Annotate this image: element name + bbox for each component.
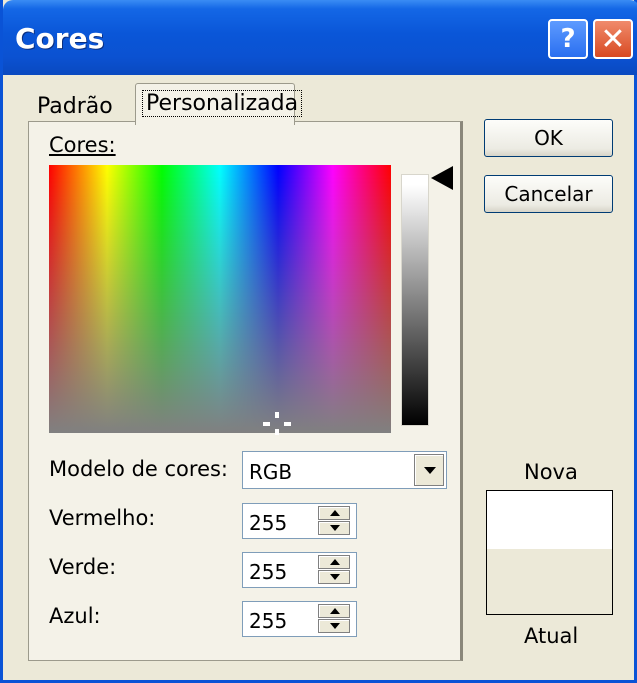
ok-button[interactable]: OK [484, 119, 613, 157]
cancel-button[interactable]: Cancelar [484, 175, 613, 213]
colors-label-text: Cores: [49, 133, 116, 157]
tab-personalizada-label: Personalizada [142, 90, 303, 117]
current-color-label: Atual [524, 624, 579, 648]
color-dialog: Cores ? ✕ Padrão Personalizada Cores: OK… [0, 0, 637, 683]
red-up-arrow-icon[interactable] [318, 506, 350, 520]
color-model-value: RGB [249, 460, 293, 484]
crosshair-icon [263, 412, 291, 435]
luminance-bar[interactable] [402, 175, 428, 425]
tab-padrao[interactable]: Padrão [37, 94, 135, 124]
green-stepper[interactable]: 255 [242, 552, 357, 588]
green-value[interactable]: 255 [249, 560, 287, 584]
blue-label: Azul: [49, 604, 101, 628]
red-value[interactable]: 255 [249, 511, 287, 535]
tab-padrao-label: Padrão [37, 94, 113, 119]
window-title: Cores [15, 22, 105, 55]
color-preview [486, 490, 613, 615]
help-button[interactable]: ? [548, 19, 588, 59]
new-color-swatch [487, 491, 612, 549]
close-icon: ✕ [600, 21, 626, 57]
blue-stepper[interactable]: 255 [242, 601, 357, 637]
help-icon: ? [560, 24, 576, 54]
color-model-select[interactable]: RGB [242, 451, 447, 489]
green-up-arrow-icon[interactable] [318, 555, 350, 569]
red-stepper[interactable]: 255 [242, 503, 357, 539]
chevron-down-icon[interactable] [414, 454, 444, 486]
green-label: Verde: [49, 555, 117, 579]
green-spin-buttons [318, 555, 354, 585]
red-down-arrow-icon[interactable] [318, 521, 350, 535]
color-spectrum[interactable] [49, 165, 391, 433]
blue-value[interactable]: 255 [249, 609, 287, 633]
tab-personalizada[interactable]: Personalizada [135, 83, 303, 125]
blue-up-arrow-icon[interactable] [318, 604, 350, 618]
new-color-label: Nova [524, 460, 578, 484]
green-down-arrow-icon[interactable] [318, 570, 350, 584]
current-color-swatch [487, 549, 612, 614]
red-spin-buttons [318, 506, 354, 536]
title-bar[interactable]: Cores ? ✕ [3, 0, 637, 75]
colors-label: Cores: [49, 133, 116, 157]
color-model-label: Modelo de cores: [49, 457, 229, 481]
red-label: Vermelho: [49, 506, 156, 530]
blue-down-arrow-icon[interactable] [318, 619, 350, 633]
close-button[interactable]: ✕ [593, 19, 633, 59]
blue-spin-buttons [318, 604, 354, 634]
luminance-slider-arrow-icon[interactable] [431, 166, 453, 190]
